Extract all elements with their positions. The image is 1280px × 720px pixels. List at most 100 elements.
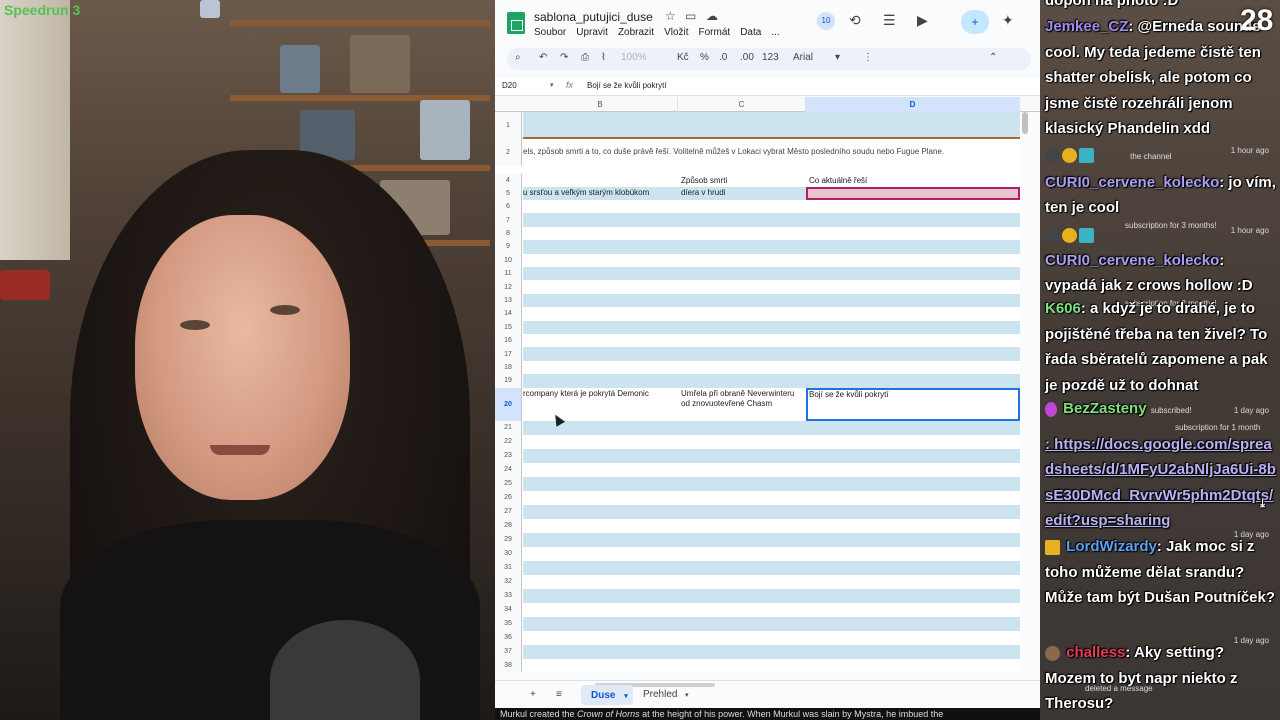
row-header[interactable]: 2 (495, 139, 522, 166)
search-icon[interactable]: ⌕ (515, 52, 521, 63)
decimal-increase-button[interactable]: .00 (740, 52, 754, 63)
paint-format-icon[interactable]: ⌇ (601, 52, 606, 63)
row-cells[interactable] (523, 240, 1020, 254)
row-header[interactable]: 12 (495, 280, 522, 294)
header-cell-current-concern[interactable]: Co aktuálně řeší (809, 176, 1014, 186)
row-header[interactable]: 29 (495, 532, 522, 547)
more-options-icon[interactable]: ⋮ (863, 52, 873, 63)
row-header[interactable]: 22 (495, 434, 522, 449)
row-cells[interactable]: els, způsob smrti a to, co duše právě ře… (523, 139, 1020, 166)
chat-username[interactable]: challess (1066, 644, 1125, 661)
sheets-logo-icon[interactable] (507, 12, 525, 34)
row-cells[interactable] (523, 448, 1020, 463)
tab-duse[interactable]: Duse ▾ (581, 685, 633, 705)
chat-username[interactable]: CURI0_cervene_kolecko (1045, 174, 1219, 191)
zoom-select[interactable]: 100% (621, 52, 647, 63)
row-cells[interactable] (523, 575, 1020, 589)
row-header[interactable]: 20 (495, 387, 522, 421)
cell-d20-active[interactable]: Bojí se že kvůli pokrytí (806, 387, 1020, 421)
row-header[interactable]: 24 (495, 462, 522, 477)
redo-icon[interactable]: ↷ (560, 52, 568, 63)
row-header[interactable]: 8 (495, 226, 522, 241)
decimal-decrease-button[interactable]: .0 (719, 52, 727, 63)
move-folder-icon[interactable]: ▭ (685, 9, 696, 23)
row-cells[interactable] (523, 603, 1020, 617)
row-cells[interactable] (523, 200, 1020, 213)
cell-grid[interactable]: 1 2 els, způsob smrti a to, co duše práv… (495, 112, 1020, 672)
collapse-toolbar-icon[interactable]: ⌃ (989, 52, 997, 63)
chevron-down-icon[interactable]: ▾ (685, 691, 689, 699)
row-cells[interactable] (523, 519, 1020, 533)
row-cells[interactable] (523, 463, 1020, 477)
row-cells[interactable] (523, 644, 1020, 659)
cell-c20[interactable]: Umřela při obraně Neverwinteru od znovuo… (681, 389, 803, 409)
row-cells[interactable] (523, 334, 1020, 347)
star-icon[interactable]: ☆ (665, 9, 676, 23)
row-header[interactable]: 1 (495, 112, 522, 139)
row-header[interactable]: 4 (495, 174, 522, 187)
menu-file[interactable]: Soubor (534, 27, 566, 38)
all-sheets-button[interactable]: ≡ (556, 689, 562, 700)
row-header[interactable]: 9 (495, 240, 522, 254)
row-header[interactable]: 19 (495, 374, 522, 388)
row-header[interactable]: 37 (495, 644, 522, 659)
row-header[interactable]: 21 (495, 420, 522, 435)
cell-b20[interactable]: rcompany která je pokrytá Demonic (523, 389, 678, 399)
chat-link[interactable]: : https://docs.google.com/spreadsheets/d… (1045, 432, 1277, 534)
chat-username[interactable]: LordWizardy (1066, 538, 1157, 555)
row-cells[interactable] (523, 293, 1020, 308)
row-cells[interactable] (523, 213, 1020, 227)
meet-icon[interactable]: ▶ (917, 12, 928, 29)
row-cells[interactable] (523, 504, 1020, 519)
row-cells[interactable] (523, 254, 1020, 267)
row-cells[interactable] (523, 476, 1020, 491)
chevron-down-icon[interactable]: ▾ (835, 52, 840, 63)
comments-icon[interactable]: ☰ (883, 12, 896, 29)
chevron-down-icon[interactable]: ▾ (550, 81, 554, 89)
chat-username[interactable]: K606 (1045, 300, 1081, 317)
chat-username[interactable]: BezZasteny (1063, 400, 1146, 417)
row-header[interactable]: 34 (495, 602, 522, 617)
row-cells[interactable] (523, 547, 1020, 561)
row-header[interactable]: 32 (495, 574, 522, 589)
chat-username[interactable]: CURI0_cervene_kolecko (1045, 252, 1219, 269)
row-header[interactable]: 18 (495, 360, 522, 375)
row-header[interactable]: 14 (495, 307, 522, 321)
row-cells[interactable] (523, 112, 1020, 139)
row-header[interactable]: 17 (495, 347, 522, 361)
number-format-button[interactable]: 123 (762, 52, 779, 63)
gemini-icon[interactable]: ✦ (1002, 12, 1014, 29)
formula-input[interactable]: Bojí se že kvůli pokrytí (587, 81, 667, 90)
cell-d20-editor[interactable]: Bojí se že kvůli pokrytí (809, 390, 889, 400)
cell-c5[interactable]: díera v hrudi (681, 188, 806, 198)
menu-insert[interactable]: Vložit (664, 27, 688, 38)
row-header[interactable]: 28 (495, 518, 522, 533)
print-icon[interactable]: ⎙ (581, 52, 589, 63)
menu-edit[interactable]: Upravit (576, 27, 608, 38)
row-cells[interactable] (523, 631, 1020, 645)
row-cells[interactable] (523, 307, 1020, 320)
vertical-scrollbar[interactable] (1022, 112, 1028, 134)
row-header[interactable]: 11 (495, 267, 522, 281)
menu-data[interactable]: Data (740, 27, 761, 38)
add-sheet-button[interactable]: + (530, 689, 536, 700)
menu-format[interactable]: Formát (699, 27, 731, 38)
row-header[interactable]: 5 (495, 187, 522, 200)
row-header[interactable]: 33 (495, 588, 522, 603)
column-header-b[interactable]: B (523, 97, 678, 112)
history-icon[interactable]: ⟲ (849, 12, 861, 29)
row-header[interactable]: 15 (495, 320, 522, 334)
row-cells[interactable] (523, 560, 1020, 575)
row-cells[interactable]: u srsťou a veľkým starým klobúkom díera … (523, 187, 1020, 200)
menu-more[interactable]: ... (771, 27, 779, 38)
share-button[interactable]: + (961, 10, 989, 34)
row-header[interactable]: 26 (495, 490, 522, 505)
row-header[interactable]: 13 (495, 293, 522, 308)
row-header[interactable]: 38 (495, 658, 522, 672)
row-header[interactable]: 10 (495, 253, 522, 267)
row-header[interactable]: 31 (495, 560, 522, 575)
header-cell-cause-of-death[interactable]: Způsob smrti (681, 176, 806, 186)
cloud-status-icon[interactable]: ☁ (706, 9, 718, 23)
row-cells[interactable] (523, 532, 1020, 547)
row-cells[interactable] (523, 374, 1020, 388)
